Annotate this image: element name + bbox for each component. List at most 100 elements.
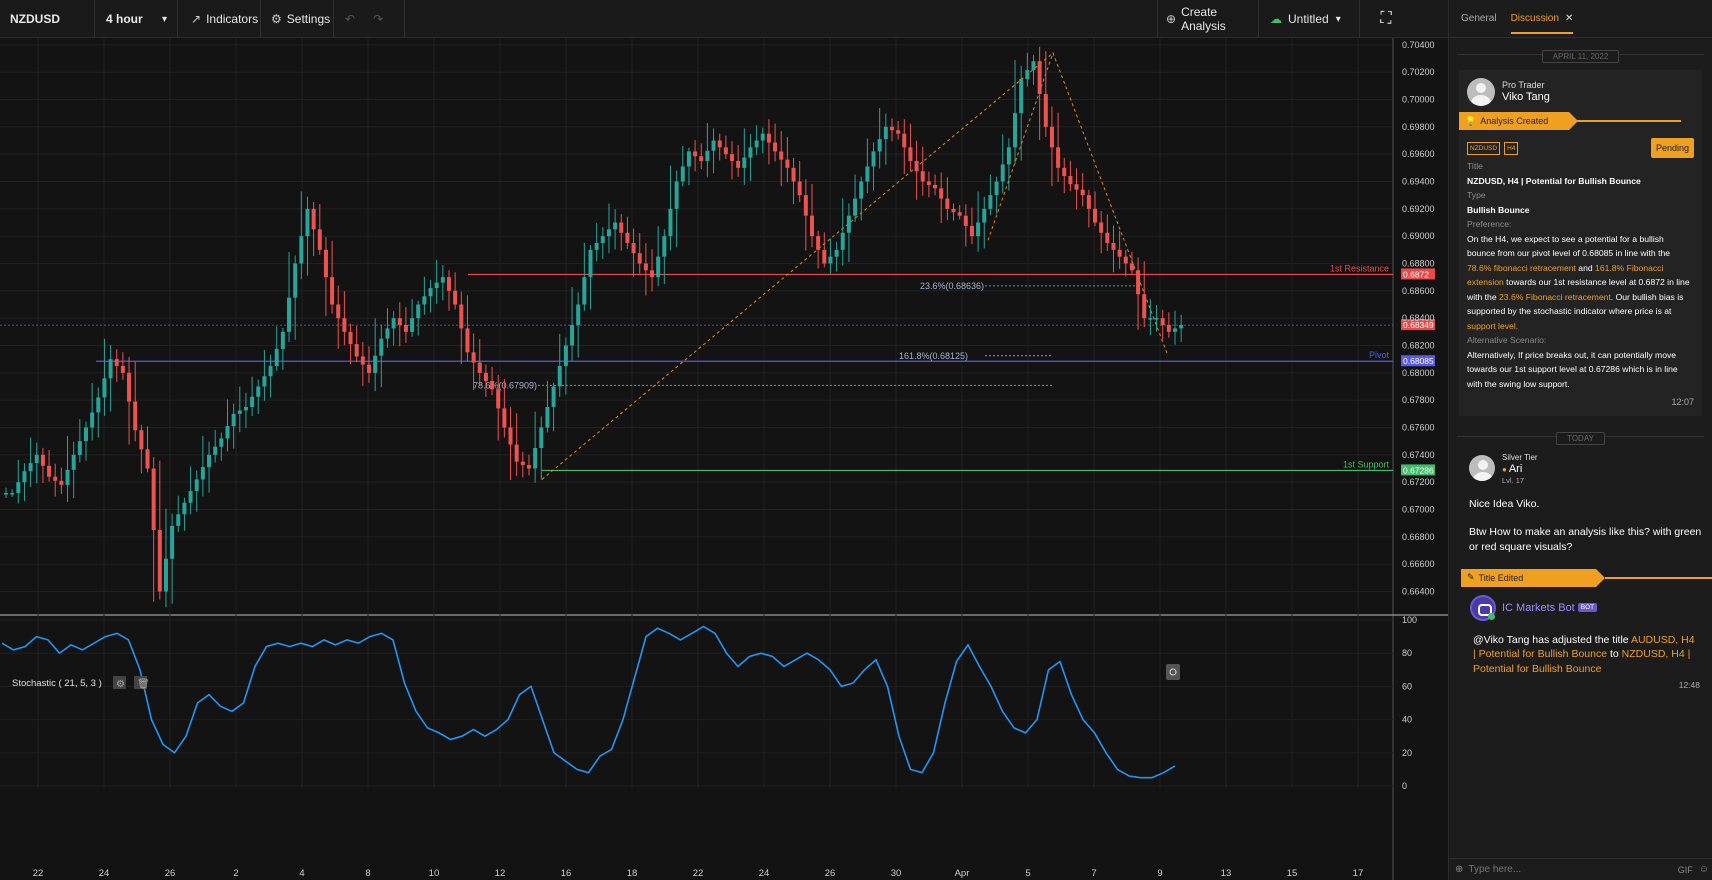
price-tick-label: 0.67000	[1402, 505, 1435, 515]
price-tick-label: 0.67200	[1402, 477, 1435, 487]
commenter-tier: Silver Tier	[1502, 452, 1538, 462]
candle-body	[243, 407, 248, 411]
candle-body	[176, 514, 181, 526]
create-analysis-label: Create Analysis	[1181, 5, 1226, 33]
candle-body	[951, 208, 956, 213]
tab-general[interactable]: General	[1461, 0, 1497, 38]
avatar[interactable]	[1467, 78, 1495, 106]
candle-body	[145, 449, 150, 469]
add-icon[interactable]: ⊕	[1455, 864, 1463, 875]
candle-body	[674, 181, 679, 209]
candle-body	[108, 359, 113, 379]
indicators-icon: ↗	[191, 12, 202, 26]
candle-body	[1154, 318, 1159, 320]
candle-body	[4, 493, 8, 495]
preference-label: Preference:	[1467, 219, 1512, 229]
price-tick-label: 0.66600	[1402, 559, 1435, 569]
candle-body	[120, 366, 125, 373]
candle-body	[662, 236, 667, 257]
candle-body	[834, 249, 839, 257]
candle-body	[889, 126, 894, 131]
candle-body	[902, 133, 907, 148]
cloud-icon: ☁	[1270, 12, 1282, 26]
chart-area[interactable]: 1st Resistance 0.6872 Pivot 0.68085 1st Supp…	[0, 38, 1448, 880]
candle-body	[730, 154, 735, 161]
time-tick-label: 24	[759, 868, 770, 879]
candle-body	[77, 441, 82, 455]
candle-body	[1136, 270, 1141, 295]
candle-body	[287, 297, 292, 332]
message-input[interactable]: ⊕ Type here... GIF ☺	[1449, 858, 1712, 880]
chevron-down-icon: ▾	[1335, 13, 1341, 25]
commenter-name[interactable]: Ari	[1509, 463, 1522, 475]
candle-body	[453, 290, 458, 305]
candle-body	[1166, 325, 1171, 332]
candle-body	[90, 412, 95, 428]
price-tick-label: 0.68200	[1402, 341, 1435, 351]
candle-body	[360, 356, 365, 365]
candle-body	[717, 140, 722, 148]
time-tick-label: 8	[365, 868, 370, 879]
tag-row: NZDUSD H4 Pending	[1467, 137, 1694, 159]
candle-body	[619, 222, 624, 233]
banner-line	[1577, 120, 1681, 122]
price-tick-label: 0.68600	[1402, 286, 1435, 296]
candle-body	[434, 282, 439, 289]
bot-name: IC Markets Bot	[1502, 601, 1575, 614]
time-tick-label: 5	[1025, 868, 1030, 879]
preference-text: On the H4, we expect to see a potential …	[1467, 233, 1690, 331]
candle-body	[699, 156, 704, 161]
post-header: Pro Trader Viko Tang	[1467, 78, 1694, 106]
candle-body	[637, 253, 642, 264]
undo-icon[interactable]: ↶	[345, 12, 373, 26]
close-icon[interactable]: ✕	[1565, 13, 1573, 24]
indicators-button[interactable]: ↗ Indicators	[179, 0, 261, 38]
pencil-icon: ✎	[1467, 572, 1475, 582]
candle-body	[877, 139, 882, 152]
create-analysis-button[interactable]: ⊕ Create Analysis	[1157, 0, 1259, 38]
redo-icon[interactable]: ↷	[373, 12, 401, 26]
gif-button[interactable]: GIF	[1678, 865, 1693, 875]
candle-body	[250, 396, 255, 407]
tab-discussion[interactable]: Discussion ✕	[1510, 0, 1573, 38]
interval-dropdown[interactable]: 4 hour ▾	[96, 0, 178, 38]
silver-badge-icon: ●	[1502, 464, 1507, 474]
commenter-level: Lvl. 17	[1502, 475, 1525, 485]
candle-body	[323, 249, 328, 278]
stoch-tick-label: 60	[1402, 681, 1412, 691]
candle-body	[1142, 294, 1147, 319]
candle-body	[631, 243, 636, 254]
candle-body	[779, 151, 784, 160]
candle-body	[1049, 126, 1054, 148]
stochastic-delete-icon[interactable]: 🗑	[134, 676, 150, 690]
candle-body	[1086, 195, 1091, 209]
type-label: Type	[1467, 190, 1486, 200]
avatar[interactable]	[1469, 455, 1495, 481]
candle-body	[526, 465, 531, 469]
price-chart[interactable]: 1st Resistance 0.6872 Pivot 0.68085 1st Supp…	[0, 38, 1448, 880]
settings-button[interactable]: ⚙ Settings	[262, 0, 334, 38]
stochastic-settings-icon[interactable]: ⚙	[113, 676, 126, 690]
candle-body	[1025, 70, 1030, 79]
candle-body	[367, 364, 372, 373]
time-tick-label: 9	[1157, 868, 1162, 879]
alert-icon[interactable]	[1166, 664, 1180, 680]
stoch-tick-label: 100	[1402, 615, 1417, 625]
analysis-title: NZDUSD, H4 | Potential for Bullish Bounc…	[1467, 175, 1641, 186]
candle-body	[1080, 189, 1085, 196]
fullscreen-button[interactable]: ⛶	[1361, 0, 1411, 38]
price-tick-label: 0.67400	[1402, 450, 1435, 460]
layout-dropdown[interactable]: ☁ Untitled ▾	[1260, 0, 1360, 38]
price-tick-label: 0.70400	[1402, 40, 1435, 50]
fib-level-label: 161.8%(0.68125)	[899, 351, 968, 361]
author-name[interactable]: Viko Tang	[1502, 91, 1550, 104]
date-label-today: TODAY	[1556, 431, 1605, 445]
time-tick-label: 30	[891, 868, 902, 879]
level-label: 1st Support	[1343, 459, 1390, 469]
symbol-selector[interactable]: NZDUSD	[0, 0, 95, 38]
candle-body	[1031, 61, 1036, 71]
post-timestamp: 12:07	[1671, 397, 1694, 407]
emoji-icon[interactable]: ☺	[1699, 864, 1709, 875]
price-tick-label: 0.69200	[1402, 204, 1435, 214]
candle-body	[139, 430, 144, 450]
